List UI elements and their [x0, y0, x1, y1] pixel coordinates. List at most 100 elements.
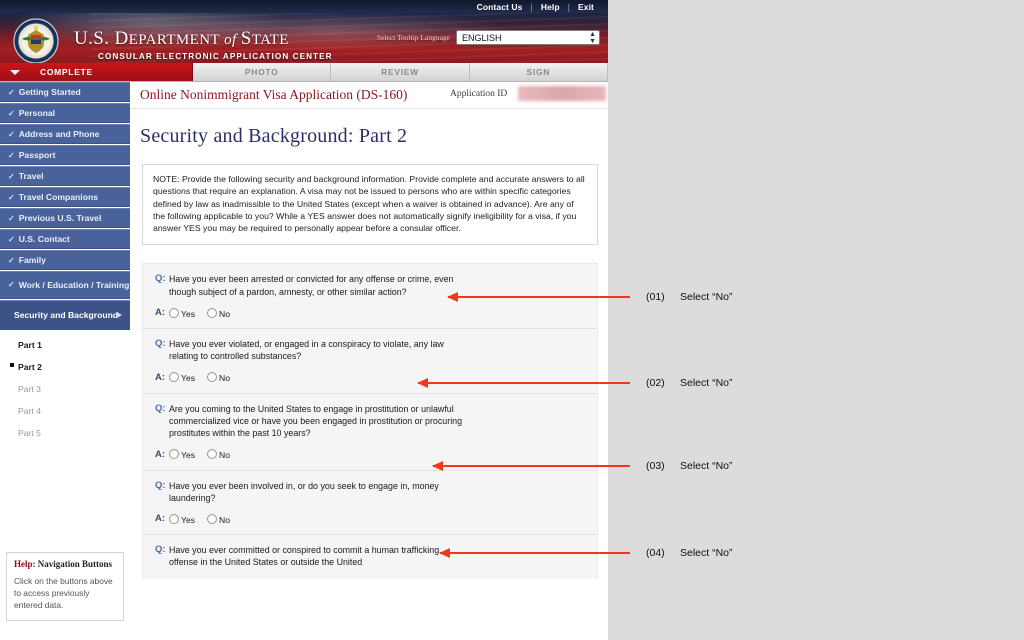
- ceac-page: Contact Us | Help | Exit U.S. DEPARTMENT…: [0, 0, 608, 640]
- radio-label: No: [219, 514, 231, 525]
- sidebar-item-work-education-training[interactable]: ✓ Work / Education / Training: [0, 271, 130, 299]
- sidebar-item-label: Getting Started: [18, 87, 81, 97]
- annotation-text: Select “No”: [680, 377, 733, 389]
- radio-circle-icon[interactable]: [169, 307, 179, 318]
- radio-label: Yes: [181, 308, 196, 319]
- sidebar-part-4[interactable]: Part 4: [0, 400, 130, 422]
- help-panel-title-rest: Navigation Buttons: [35, 559, 113, 569]
- sidebar-item-label: U.S. Contact: [18, 234, 70, 244]
- tab-photo-label: PHOTO: [244, 67, 279, 77]
- check-icon: ✓: [8, 234, 15, 244]
- sidebar-item-getting-started[interactable]: ✓ Getting Started: [0, 82, 130, 102]
- answer-marker: A:: [155, 307, 166, 319]
- annotation-text: Select “No”: [680, 291, 733, 303]
- question-text: Have you ever been involved in, or do yo…: [169, 480, 439, 503]
- department-title: U.S. DEPARTMENT of STATE CONSULAR ELECTR…: [74, 28, 333, 61]
- radio-yes-q4[interactable]: Yes: [169, 513, 195, 525]
- radio-no-q1[interactable]: No: [207, 307, 230, 319]
- check-icon: ✓: [8, 171, 15, 181]
- answer-row: A: Yes No: [155, 513, 585, 525]
- question-marker: Q:: [155, 273, 166, 285]
- radio-circle-icon[interactable]: [207, 307, 218, 318]
- question-text: Are you coming to the United States to e…: [169, 403, 463, 439]
- sidebar-item-travel-companions[interactable]: ✓ Travel Companions: [0, 187, 130, 207]
- sidebar-item-label: Previous U.S. Travel: [18, 213, 102, 223]
- radio-circle-icon[interactable]: [207, 513, 218, 524]
- sidebar-part-label: Part 3: [18, 384, 41, 394]
- sidebar-part-3[interactable]: Part 3: [0, 378, 130, 400]
- check-icon: ✓: [8, 192, 15, 202]
- contact-us-link[interactable]: Contact Us: [469, 2, 531, 12]
- sidebar-item-label: Work / Education / Training: [18, 280, 130, 290]
- radio-yes-q1[interactable]: Yes: [169, 307, 196, 319]
- annotation-arrow-3: [432, 461, 630, 471]
- sidebar-part-1[interactable]: Part 1: [0, 334, 130, 356]
- questions-panel: Q: Have you ever been arrested or convic…: [142, 263, 598, 579]
- radio-label: Yes: [181, 450, 196, 461]
- note-text: NOTE: Provide the following security and…: [153, 174, 585, 234]
- radio-circle-icon[interactable]: [169, 449, 179, 460]
- sidebar-item-address-and-phone[interactable]: ✓ Address and Phone: [0, 124, 130, 144]
- answer-marker: A:: [155, 448, 166, 460]
- title-part-b: S: [240, 28, 252, 49]
- question-block-3: Q: Are you coming to the United States t…: [143, 393, 597, 471]
- exit-link[interactable]: Exit: [570, 2, 602, 12]
- tooltip-language-control: Select Tooltip Language ENGLISH ▲ ▼: [377, 30, 600, 45]
- sidebar-item-label: Security and Background: [14, 310, 119, 320]
- check-icon: ✓: [8, 255, 15, 265]
- question-block-5: Q: Have you ever committed or conspired …: [143, 535, 597, 579]
- sidebar-item-label: Personal: [18, 108, 56, 118]
- sidebar-part-5[interactable]: Part 5: [0, 422, 130, 444]
- tab-complete[interactable]: COMPLETE: [0, 63, 193, 81]
- question-marker: Q:: [155, 544, 166, 556]
- radio-circle-icon[interactable]: [207, 372, 218, 383]
- application-id-redacted-value: [518, 86, 606, 101]
- annotation-arrow-1: [447, 292, 630, 302]
- tab-review-label: REVIEW: [381, 67, 419, 77]
- annotation-arrow-4: [439, 548, 630, 558]
- active-part-bullet-icon: [10, 363, 14, 367]
- utility-links: Contact Us | Help | Exit: [469, 0, 602, 13]
- radio-circle-icon[interactable]: [169, 372, 179, 383]
- radio-no-q2[interactable]: No: [207, 372, 230, 383]
- sidebar-part-2[interactable]: Part 2: [0, 356, 130, 378]
- question-row: Q: Have you ever been involved in, or do…: [155, 480, 585, 505]
- radio-circle-icon[interactable]: [207, 449, 218, 460]
- sidebar-item-personal[interactable]: ✓ Personal: [0, 103, 130, 123]
- sidebar-item-us-contact[interactable]: ✓ U.S. Contact: [0, 229, 130, 249]
- sidebar-item-passport[interactable]: ✓ Passport: [0, 145, 130, 165]
- question-row: Q: Are you coming to the United States t…: [155, 403, 585, 440]
- radio-no-q3[interactable]: No: [207, 449, 231, 461]
- radio-circle-icon[interactable]: [169, 513, 179, 524]
- question-text: Have you ever committed or conspired to …: [169, 545, 440, 568]
- question-row: Q: Have you ever been arrested or convic…: [155, 273, 585, 298]
- sidebar-item-security-and-background[interactable]: Security and Background: [0, 300, 130, 330]
- title-part-state: TATE: [251, 32, 289, 48]
- tab-review[interactable]: REVIEW: [331, 63, 470, 81]
- radio-label: No: [219, 450, 231, 461]
- utility-bar: Contact Us | Help | Exit: [0, 0, 608, 13]
- radio-no-q4[interactable]: No: [207, 513, 231, 525]
- progress-tabs: COMPLETE PHOTO REVIEW SIGN: [0, 63, 608, 82]
- question-row: Q: Have you ever violated, or engaged in…: [155, 338, 585, 363]
- tooltip-language-value: ENGLISH: [462, 32, 502, 43]
- sidebar-item-previous-us-travel[interactable]: ✓ Previous U.S. Travel: [0, 208, 130, 228]
- sidebar-item-travel[interactable]: ✓ Travel: [0, 166, 130, 186]
- help-panel-body: Click on the buttons above to access pre…: [14, 576, 113, 610]
- radio-yes-q3[interactable]: Yes: [169, 449, 196, 461]
- title-part-department: EPARTMENT: [128, 32, 220, 48]
- help-link[interactable]: Help: [533, 2, 568, 12]
- sidebar-part-label: Part 1: [18, 340, 42, 350]
- chevron-right-icon: [117, 312, 122, 318]
- help-panel-title-strong: Help:: [14, 559, 36, 569]
- sidebar-item-family[interactable]: ✓ Family: [0, 250, 130, 270]
- sidebar-item-label: Travel Companions: [18, 192, 98, 202]
- tooltip-language-select[interactable]: ENGLISH ▲ ▼: [456, 30, 600, 45]
- annotation-text: Select “No”: [680, 460, 733, 472]
- caret-down-icon: [10, 69, 20, 75]
- tab-sign[interactable]: SIGN: [469, 63, 608, 81]
- tab-photo[interactable]: PHOTO: [193, 63, 332, 81]
- check-icon: ✓: [8, 87, 15, 97]
- radio-yes-q2[interactable]: Yes: [169, 372, 195, 383]
- tab-complete-label: COMPLETE: [40, 67, 93, 77]
